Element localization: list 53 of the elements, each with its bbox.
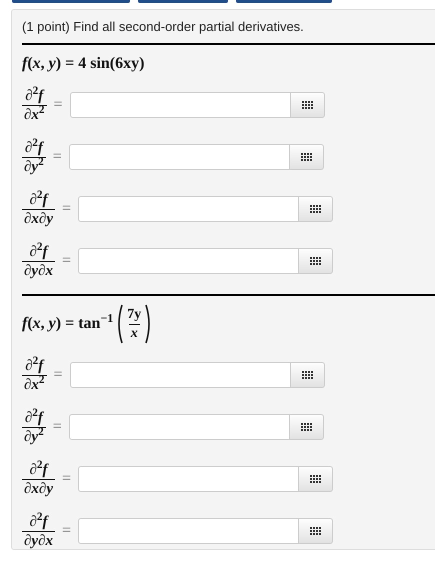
function-formula: f(x, y) = tan$^{−1}$ — [22, 312, 114, 334]
fraction-denominator: ∂x∂y — [22, 208, 56, 228]
grid-icon — [310, 205, 322, 213]
fraction-denominator: ∂x∂y — [22, 478, 56, 498]
equation-editor-button[interactable] — [290, 92, 325, 118]
fraction-numerator: ∂$^{2}$f — [28, 512, 50, 530]
fraction-numerator: ∂$^{2}$f — [24, 86, 46, 104]
fraction-denominator: ∂y∂x — [22, 530, 56, 550]
equals-sign: = — [54, 95, 63, 115]
equals-sign: = — [52, 147, 62, 167]
fraction-numerator: ∂$^{2}$f — [28, 242, 50, 260]
grid-icon — [300, 423, 312, 431]
answer-field[interactable] — [70, 92, 291, 118]
grid-icon — [302, 371, 313, 379]
equals-sign: = — [62, 199, 72, 219]
button-edge[interactable] — [138, 0, 228, 3]
answer-field[interactable] — [78, 518, 300, 544]
fraction-numerator: ∂$^{2}$f — [24, 356, 46, 374]
equation-editor-button[interactable] — [299, 466, 334, 492]
equals-sign: = — [52, 417, 62, 437]
answer-field[interactable] — [68, 144, 290, 170]
fraction-denominator: x — [128, 324, 140, 342]
answer-field[interactable] — [70, 362, 291, 388]
grid-icon — [310, 475, 322, 483]
grid-icon — [302, 101, 313, 109]
equals-sign: = — [62, 521, 72, 541]
equation-editor-button[interactable] — [299, 518, 334, 544]
answer-field[interactable] — [68, 414, 290, 440]
grid-icon — [300, 153, 312, 161]
grid-icon — [310, 257, 322, 265]
answer-field[interactable] — [78, 196, 300, 222]
equals-sign: = — [54, 365, 63, 385]
equation-editor-button[interactable] — [299, 248, 334, 274]
answer-field[interactable] — [78, 466, 300, 492]
problem-statement: (1 point) Find all second-order partial derivatives. — [22, 19, 305, 36]
button-edge[interactable] — [12, 0, 130, 3]
equals-sign: = — [62, 251, 72, 271]
grid-icon — [310, 527, 322, 535]
fraction-numerator: ∂$^{2}$f — [24, 138, 45, 156]
equation-editor-button[interactable] — [299, 196, 334, 222]
button-edge[interactable] — [236, 0, 332, 3]
answer-field[interactable] — [78, 248, 300, 274]
equation-editor-button[interactable] — [290, 362, 325, 388]
fraction-numerator: 7y — [126, 306, 142, 324]
equation-editor-button[interactable] — [290, 414, 324, 440]
fraction-numerator: ∂$^{2}$f — [24, 408, 45, 426]
fraction-numerator: ∂$^{2}$f — [28, 190, 50, 208]
equals-sign: = — [62, 469, 72, 489]
fraction-numerator: ∂$^{2}$f — [28, 460, 50, 478]
equation-editor-button[interactable] — [290, 144, 324, 170]
function-formula: f(x, y) = 4 sin(6xy) — [22, 54, 144, 74]
fraction-denominator: ∂y∂x — [22, 260, 56, 280]
left-parenthesis-icon — [115, 304, 124, 344]
